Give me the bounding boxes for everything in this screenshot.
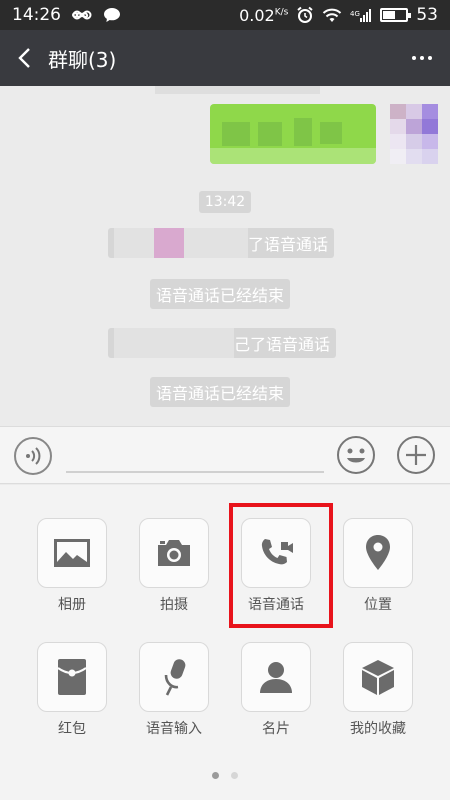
- blur-pixel: [294, 118, 312, 146]
- album-button[interactable]: [37, 518, 107, 588]
- battery-level: 53: [416, 5, 438, 25]
- blurred-content: [155, 86, 320, 94]
- contact-card-icon: [260, 662, 292, 693]
- status-bar: 14:26 0.02K/s 4G 53: [0, 0, 450, 30]
- system-message: 了语音通话: [108, 228, 335, 258]
- blur-pixel: [320, 122, 342, 144]
- system-message: 语音通话已经结束: [150, 377, 291, 407]
- network-speed-unit: K/s: [274, 7, 289, 18]
- voice-toggle-button[interactable]: [14, 437, 52, 475]
- wifi-icon: [323, 8, 342, 22]
- avatar-pixel: [422, 134, 438, 149]
- input-bar: [0, 426, 450, 484]
- blurred-name: [114, 328, 234, 358]
- svg-text:4G: 4G: [350, 10, 360, 18]
- network-speed: 0.02K/s: [239, 6, 288, 25]
- favorites-label: 我的收藏: [350, 721, 406, 737]
- back-button[interactable]: [0, 30, 48, 86]
- album-label: 相册: [58, 597, 86, 613]
- more-dots-icon: [412, 56, 416, 60]
- red-envelope-button[interactable]: [37, 642, 107, 712]
- page-indicator-dot: [212, 772, 219, 779]
- chat-title: 群聊(3): [48, 47, 117, 72]
- battery-icon: [380, 8, 412, 22]
- red-envelope-label: 红包: [58, 721, 86, 737]
- my-avatar[interactable]: [390, 104, 438, 164]
- favorites-button[interactable]: [343, 642, 413, 712]
- avatar-pixel: [406, 119, 422, 134]
- red-envelope-icon: [57, 659, 87, 695]
- avatar-pixel: [422, 104, 438, 119]
- blur-pixel: [222, 122, 250, 146]
- highlight-box: [229, 503, 333, 628]
- network-speed-value: 0.02: [239, 5, 275, 25]
- avatar-pixel: [406, 149, 422, 164]
- more-dot: [420, 56, 424, 60]
- avatar-pixel: [390, 149, 406, 164]
- location-button[interactable]: [343, 518, 413, 588]
- chevron-left-icon: [18, 48, 30, 68]
- blur-pixel: [258, 122, 282, 146]
- avatar-pixel: [390, 119, 406, 134]
- title-bar: 群聊(3): [0, 30, 450, 86]
- system-message-text: 语音通话已经结束: [156, 286, 285, 305]
- my-message-bubble[interactable]: [210, 104, 376, 164]
- blur-pixel: [210, 148, 376, 164]
- voice-wave-icon: [26, 447, 41, 465]
- system-message: 己了语音通话: [108, 328, 337, 358]
- avatar-pixel: [406, 134, 422, 149]
- page-indicator-dot: [231, 772, 238, 779]
- message-input[interactable]: [66, 471, 324, 473]
- location-pin-icon: [366, 535, 390, 570]
- system-message: 语音通话已经结束: [150, 279, 291, 309]
- voice-input-label: 语音输入: [146, 721, 202, 737]
- emoji-button[interactable]: [336, 435, 376, 475]
- contact-card-button[interactable]: [241, 642, 311, 712]
- alarm-icon: [297, 6, 313, 23]
- message-timestamp: 13:42: [199, 191, 251, 213]
- camera-button[interactable]: [139, 518, 209, 588]
- system-message-text: 己了语音通话: [234, 335, 331, 354]
- photo-album-icon: [54, 539, 90, 567]
- microphone-icon: [164, 659, 186, 696]
- more-dot: [428, 56, 432, 60]
- more-functions-button[interactable]: [396, 435, 436, 475]
- avatar-pixel: [390, 104, 406, 119]
- status-time: 14:26: [12, 5, 61, 25]
- contact-card-label: 名片: [262, 721, 290, 737]
- signal-icon: 4G: [350, 9, 372, 22]
- system-message-text: 了语音通话: [248, 235, 329, 254]
- infinity-icon: [71, 10, 92, 20]
- camera-icon: [158, 540, 190, 566]
- avatar-pixel: [422, 149, 438, 164]
- smiley-icon: [337, 436, 375, 474]
- avatar-pixel: [422, 119, 438, 134]
- system-message-text: 语音通话已经结束: [156, 384, 285, 403]
- plus-icon: [397, 436, 435, 474]
- blurred-name: [184, 228, 248, 258]
- location-label: 位置: [364, 597, 392, 613]
- chat-area[interactable]: 13:42 了语音通话 语音通话已经结束 己了语音通话 语音通话已经结束: [0, 86, 450, 426]
- avatar-pixel: [390, 134, 406, 149]
- more-options-button[interactable]: [394, 30, 450, 86]
- blurred-name: [114, 228, 154, 258]
- camera-label: 拍摄: [160, 597, 188, 613]
- chat-bubble-icon: [104, 8, 120, 22]
- avatar-pixel: [406, 104, 422, 119]
- voice-input-button[interactable]: [139, 642, 209, 712]
- blurred-name: [154, 228, 184, 258]
- favorites-box-icon: [362, 660, 394, 695]
